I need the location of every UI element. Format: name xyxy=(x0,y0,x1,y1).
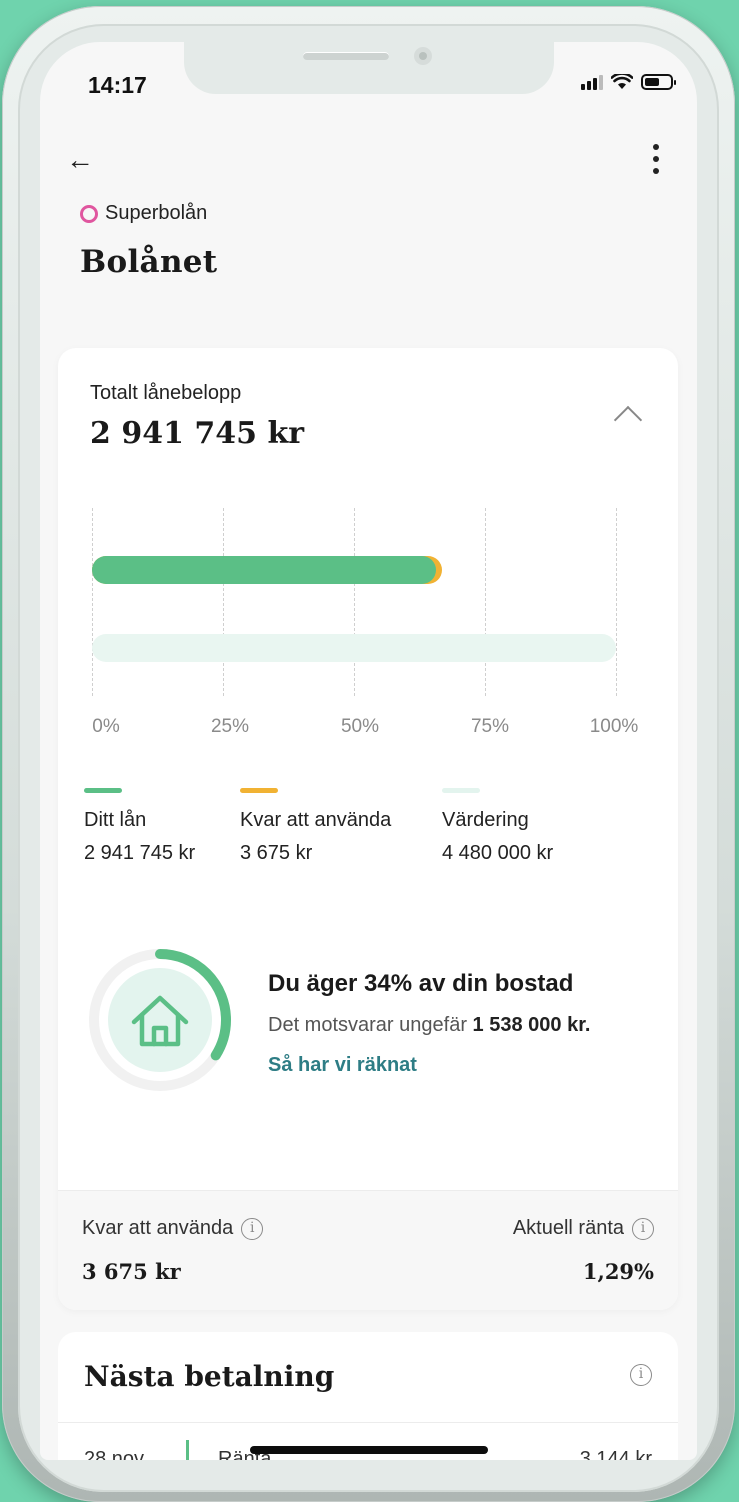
x-tick-label: 50% xyxy=(340,716,380,737)
wifi-icon xyxy=(611,74,633,89)
grid-line xyxy=(223,508,224,696)
product-name: Superbolån xyxy=(105,202,208,224)
ownership-subtitle: Det motsvarar ungefär 1 538 000 kr. xyxy=(268,1014,590,1037)
remaining-value: 3 675 kr xyxy=(82,1259,181,1284)
phone-speaker xyxy=(303,52,389,60)
ownership-amount: 1 538 000 kr. xyxy=(472,1014,591,1036)
collapse-chevron-icon[interactable] xyxy=(613,405,643,435)
legend-swatch xyxy=(240,788,278,793)
legend-swatch xyxy=(442,788,480,793)
rate-value: 1,29% xyxy=(582,1259,654,1284)
calculation-info-link[interactable]: Så har vi räknat xyxy=(268,1054,417,1077)
product-ring-icon xyxy=(80,204,98,223)
grid-line xyxy=(616,508,617,696)
battery-icon xyxy=(641,74,676,90)
loan-footer: Kvar att använda i 3 675 kr Aktuell ränt… xyxy=(58,1190,678,1310)
remaining-label: Kvar att använda i xyxy=(82,1217,264,1240)
grid-line xyxy=(485,508,486,696)
x-tick-label: 0% xyxy=(92,716,120,737)
home-indicator[interactable] xyxy=(250,1446,488,1454)
rate-label: Aktuell ränta i xyxy=(513,1217,654,1240)
legend-swatch xyxy=(84,788,122,793)
bar-loan xyxy=(92,556,437,584)
ownership-block: Du äger 34% av din bostad Det motsvarar … xyxy=(88,948,668,1108)
legend-label: Värdering xyxy=(442,809,529,831)
ownership-subtitle-text: Det motsvarar ungefär xyxy=(268,1014,467,1036)
ownership-donut xyxy=(89,949,231,1091)
legend-item-loan: Ditt lån 2 941 745 kr xyxy=(84,788,195,865)
divider xyxy=(58,1422,678,1423)
rate-label-text: Aktuell ränta xyxy=(512,1217,624,1239)
total-loan-label: Totalt lånebelopp xyxy=(90,382,242,404)
legend-label: Ditt lån xyxy=(84,809,147,831)
legend-value: 2 941 745 kr xyxy=(84,842,196,864)
x-tick-label: 100% xyxy=(589,716,639,737)
remaining-label-text: Kvar att använda xyxy=(82,1217,234,1239)
next-payment-title: Nästa betalning xyxy=(84,1360,335,1393)
legend-item-valuation: Värdering 4 480 000 kr xyxy=(442,788,553,865)
total-loan-value: 2 941 745 kr xyxy=(90,416,305,451)
info-icon[interactable]: i xyxy=(632,1217,654,1240)
x-tick-label: 75% xyxy=(470,716,510,737)
more-options-icon[interactable] xyxy=(653,144,659,180)
payment-date: 28 nov xyxy=(84,1448,145,1460)
back-arrow-icon[interactable]: ← xyxy=(66,144,94,176)
payment-marker xyxy=(186,1440,189,1460)
status-time: 14:17 xyxy=(88,72,147,98)
legend-value: 3 675 kr xyxy=(240,842,313,864)
signal-icon xyxy=(581,74,603,90)
legend-item-remaining: Kvar att använda 3 675 kr xyxy=(240,788,391,865)
next-payment-card: Nästa betalning i 28 nov Ränta 3 144 kr xyxy=(58,1332,678,1460)
payment-amount: 3 144 kr xyxy=(579,1448,652,1460)
phone-notch xyxy=(184,42,554,94)
bar-valuation xyxy=(92,634,616,662)
grid-line xyxy=(92,508,93,696)
product-tag: Superbolån xyxy=(80,202,207,225)
info-icon[interactable]: i xyxy=(241,1217,264,1240)
app-screen: 14:17 ← Superbolån Bolånet Totalt lånebe… xyxy=(40,42,697,1460)
legend-value: 4 480 000 kr xyxy=(442,842,554,864)
loan-chart: 0% 25% 50% 75% 100% xyxy=(92,508,638,748)
info-icon[interactable]: i xyxy=(630,1364,652,1386)
phone-camera xyxy=(414,47,432,65)
page-title: Bolånet xyxy=(80,244,218,280)
x-tick-label: 25% xyxy=(210,716,250,737)
ownership-title: Du äger 34% av din bostad xyxy=(268,970,574,997)
loan-overview-card: Totalt lånebelopp 2 941 745 kr 0% 25% 50… xyxy=(58,348,678,1310)
grid-line xyxy=(354,508,355,696)
legend-label: Kvar att använda xyxy=(240,809,392,831)
status-icons xyxy=(581,74,676,90)
